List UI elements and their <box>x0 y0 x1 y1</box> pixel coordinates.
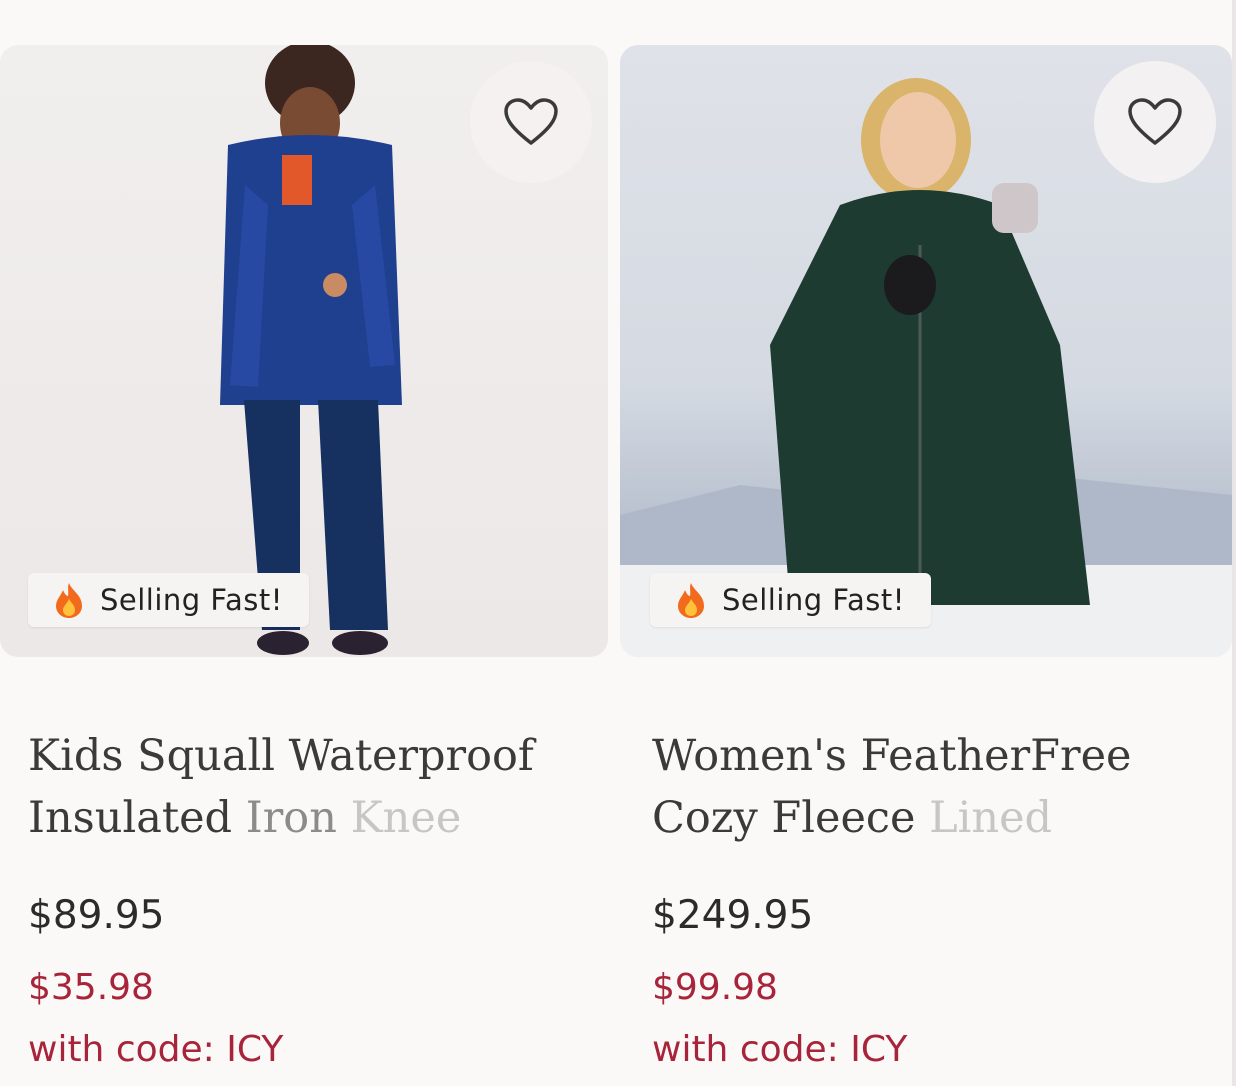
product-image[interactable]: Selling Fast! <box>0 45 608 657</box>
original-price: $89.95 <box>28 893 165 938</box>
title-line-2b: Iron <box>245 793 351 843</box>
promo-code: with code: ICY <box>28 1029 284 1070</box>
title-line-2a: Cozy Fleece <box>652 793 930 843</box>
original-price: $249.95 <box>652 893 814 938</box>
product-grid: Selling Fast! Kids Squall Waterproof Insu… <box>0 0 1236 1086</box>
title-line-2c: Knee <box>350 793 462 843</box>
badge-label: Selling Fast! <box>100 583 283 617</box>
product-card[interactable]: Selling Fast! Kids Squall Waterproof Insu… <box>0 45 608 1086</box>
favorite-button[interactable] <box>1094 61 1216 183</box>
scroll-edge <box>1232 0 1236 1086</box>
badge-label: Selling Fast! <box>722 583 905 617</box>
status-badge: Selling Fast! <box>28 573 309 627</box>
sale-price: $99.98 <box>652 967 778 1008</box>
heart-icon <box>1128 98 1182 145</box>
title-line-2b: Lined <box>929 793 1053 843</box>
product-title[interactable]: Kids Squall Waterproof Insulated Iron Kne… <box>28 725 588 849</box>
fire-icon <box>56 583 82 618</box>
fire-icon <box>678 583 704 618</box>
product-card[interactable]: Selling Fast! Women's FeatherFree Cozy Fl… <box>620 45 1232 1086</box>
promo-code: with code: ICY <box>652 1029 908 1070</box>
title-line-1: Kids Squall Waterproof <box>28 731 534 781</box>
favorite-button[interactable] <box>470 61 592 183</box>
sale-price: $35.98 <box>28 967 154 1008</box>
status-badge: Selling Fast! <box>650 573 931 627</box>
product-title[interactable]: Women's FeatherFree Cozy Fleece Lined <box>652 725 1212 849</box>
heart-icon <box>504 98 558 145</box>
title-line-2a: Insulated <box>28 793 246 843</box>
product-image[interactable]: Selling Fast! <box>620 45 1232 657</box>
title-line-1: Women's FeatherFree <box>652 731 1132 781</box>
